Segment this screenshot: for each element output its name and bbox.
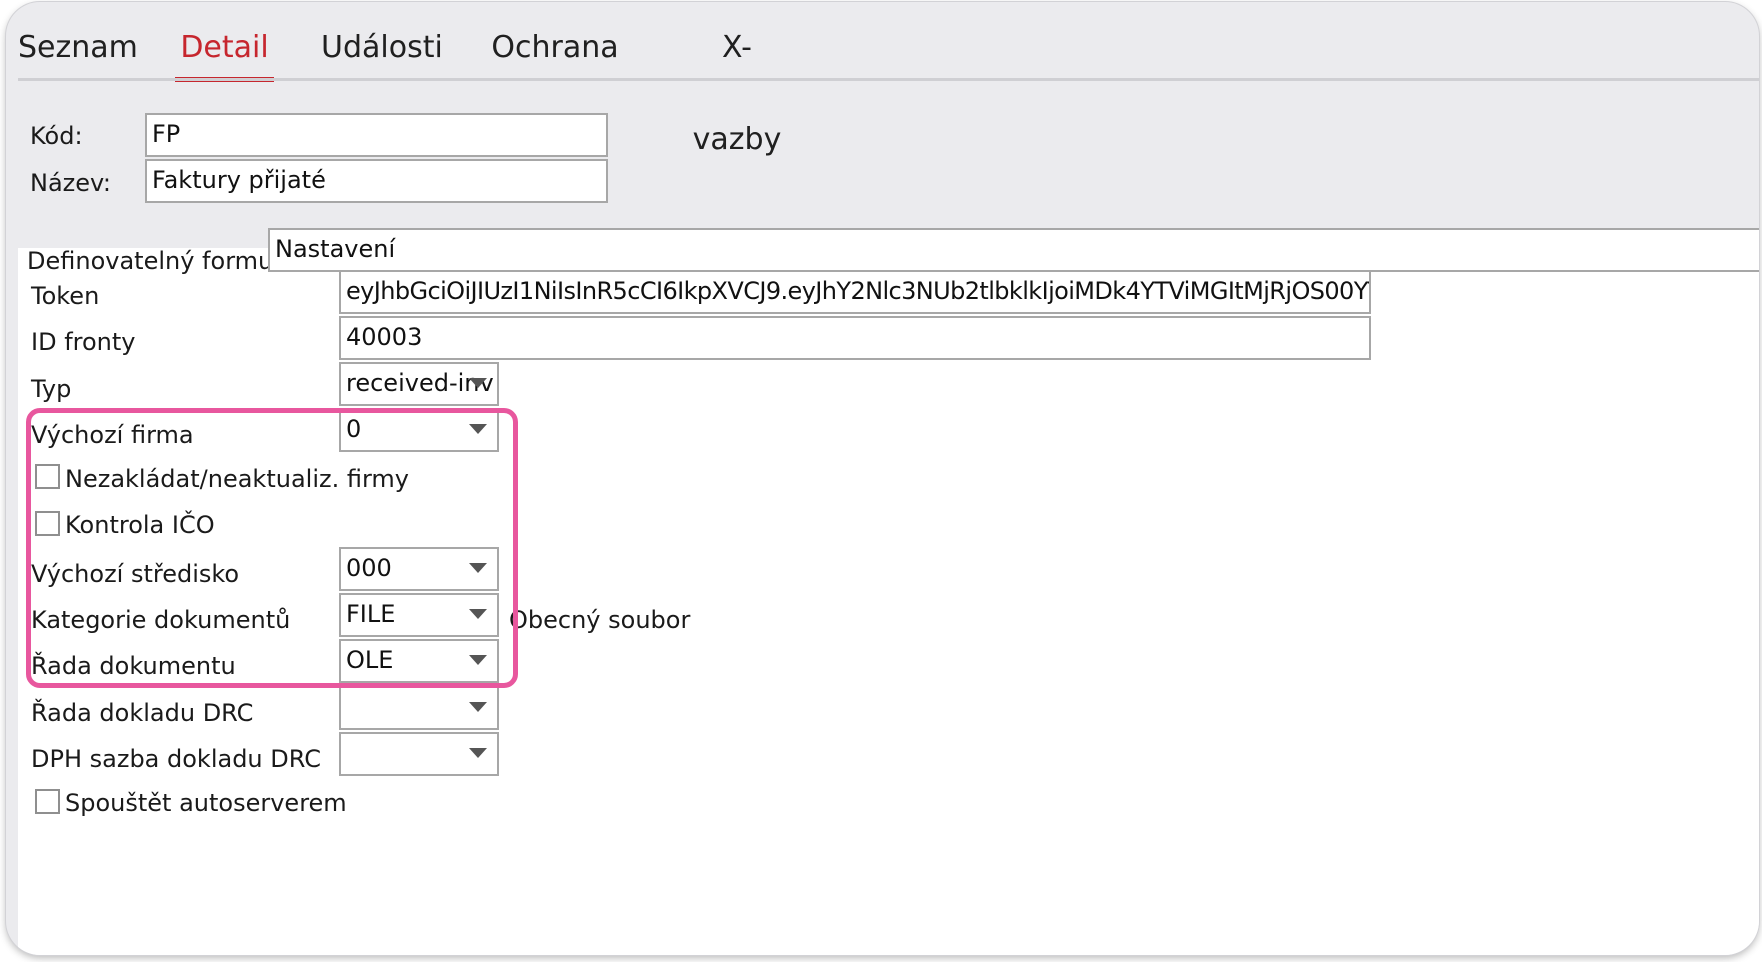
- rada-dokladu-drc-select[interactable]: [339, 686, 499, 730]
- vychozi-stredisko-label: Výchozí středisko: [31, 560, 240, 588]
- chevron-down-icon: [469, 655, 487, 665]
- chevron-down-icon: [469, 609, 487, 619]
- kontrola-ico-checkbox[interactable]: [35, 511, 60, 536]
- nezakladat-firmy-label: Nezakládat/neaktualiz. firmy: [65, 465, 409, 493]
- kategorie-dokumentu-select-value: FILE: [346, 600, 396, 628]
- rada-dokladu-drc-label: Řada dokladu DRC: [31, 699, 254, 727]
- chevron-down-icon: [469, 748, 487, 758]
- typ-label: Typ: [31, 375, 72, 403]
- rada-dokumentu-label: Řada dokumentu: [31, 652, 236, 680]
- kategorie-dokumentu-description: Obecný soubor: [509, 606, 691, 634]
- tab-detail[interactable]: Detail: [175, 2, 274, 82]
- tab-divider: [18, 78, 1759, 81]
- tab-seznam[interactable]: Seznam: [18, 2, 138, 82]
- tab-ochrana-dat[interactable]: Ochrana dat: [476, 2, 634, 157]
- dph-sazba-drc-select[interactable]: [339, 732, 499, 776]
- kategorie-dokumentu-label: Kategorie dokumentů: [31, 606, 291, 634]
- vychozi-firma-select-value: 0: [346, 415, 362, 443]
- header-fields: Kód: FP Název: Faktury přijaté: [6, 82, 1759, 248]
- kod-label: Kód:: [30, 122, 83, 150]
- tab-udalosti[interactable]: Události: [321, 2, 443, 82]
- vychozi-firma-select[interactable]: 0: [339, 408, 499, 452]
- spoustet-autoserverem-checkbox[interactable]: [35, 789, 60, 814]
- tab-x-vazby[interactable]: X-vazby: [682, 2, 792, 157]
- typ-select[interactable]: received-inv: [339, 362, 499, 406]
- id-fronty-field[interactable]: 40003: [339, 316, 1371, 360]
- definovatelny-formular-field[interactable]: Nastavení: [268, 228, 1759, 272]
- chevron-down-icon: [469, 702, 487, 712]
- vychozi-stredisko-select-value: 000: [346, 554, 392, 582]
- token-label: Token: [31, 282, 100, 310]
- kontrola-ico-label: Kontrola IČO: [65, 511, 215, 539]
- nazev-label: Název:: [30, 169, 111, 197]
- chevron-down-icon: [469, 424, 487, 434]
- dph-sazba-drc-label: DPH sazba dokladu DRC: [31, 745, 321, 773]
- spoustet-autoserverem-label: Spouštět autoserverem: [65, 789, 347, 817]
- kategorie-dokumentu-select[interactable]: FILE: [339, 593, 499, 637]
- rada-dokumentu-select[interactable]: OLE: [339, 639, 499, 683]
- detail-window: Seznam Detail Události Ochrana dat X-vaz…: [6, 2, 1759, 955]
- chevron-down-icon: [469, 563, 487, 573]
- chevron-down-icon: [469, 378, 487, 388]
- nazev-field[interactable]: Faktury přijaté: [145, 159, 608, 203]
- settings-form: Definovatelný formulář: Nastavení Token …: [18, 228, 1759, 955]
- token-field[interactable]: eyJhbGciOiJIUzI1NiIsInR5cCI6IkpXVCJ9.eyJ…: [339, 270, 1371, 314]
- kod-field[interactable]: FP: [145, 113, 608, 157]
- rada-dokumentu-select-value: OLE: [346, 646, 394, 674]
- nezakladat-firmy-checkbox[interactable]: [35, 464, 60, 489]
- vychozi-stredisko-select[interactable]: 000: [339, 547, 499, 591]
- tab-bar: Seznam Detail Události Ochrana dat X-vaz…: [6, 2, 1759, 157]
- vychozi-firma-label: Výchozí firma: [31, 421, 194, 449]
- id-fronty-label: ID fronty: [31, 328, 136, 356]
